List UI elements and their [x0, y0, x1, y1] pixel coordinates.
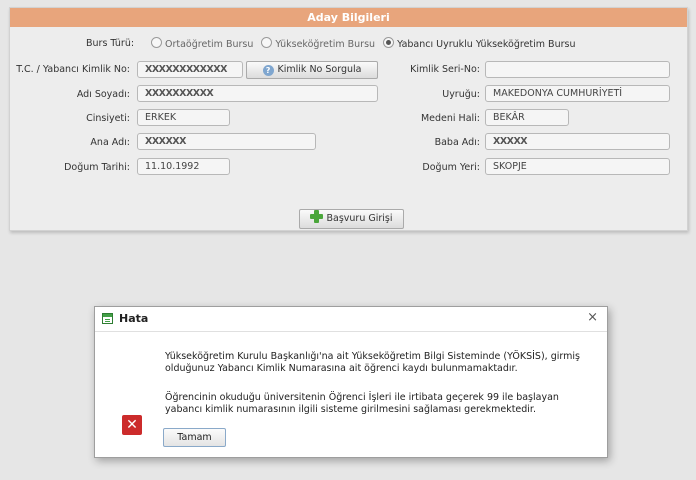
close-icon[interactable]: × — [587, 311, 598, 325]
tc-input[interactable]: XXXXXXXXXXXX — [137, 61, 243, 78]
ad-soyad-label: Adı Soyadı: — [76, 89, 130, 100]
medeni-input[interactable]: BEKÂR — [485, 109, 569, 126]
uyruk-label: Uyruğu: — [442, 89, 480, 100]
radio-ortaogretim[interactable] — [151, 37, 162, 48]
ad-soyad-input[interactable]: XXXXXXXXXX — [137, 85, 378, 102]
dialog-message-1: Yükseköğretim Kurulu Başkanlığı'na ait Y… — [165, 351, 580, 374]
burs-type-radio-group: Ortaöğretim Bursu Yükseköğretim Bursu Ya… — [146, 37, 575, 52]
radio-label-yabanci-uyruklu: Yabancı Uyruklu Yükseköğretim Bursu — [397, 39, 576, 50]
error-icon: ✕ — [122, 415, 142, 435]
radio-yabanci-uyruklu[interactable] — [383, 37, 395, 48]
cinsiyet-label: Cinsiyeti: — [86, 113, 130, 124]
tc-label: T.C. / Yabancı Kimlik No: — [16, 64, 130, 75]
dogum-yeri-input[interactable]: SKOPJE — [485, 158, 670, 175]
window-icon — [102, 313, 113, 324]
uyruk-input[interactable]: MAKEDONYA CUMHURİYETİ — [485, 85, 670, 102]
question-icon: ? — [262, 65, 274, 76]
kimlik-sorgula-button[interactable]: ? Kimlik No Sorgula — [246, 61, 378, 79]
plus-icon — [310, 210, 324, 223]
medeni-label: Medeni Hali: — [420, 113, 480, 124]
ok-button[interactable]: Tamam — [163, 428, 226, 447]
dialog-titlebar[interactable]: Hata × — [95, 307, 607, 332]
candidate-info-panel: Aday Bilgileri Burs Türü: Ortaöğretim Bu… — [9, 7, 688, 231]
error-dialog: Hata × ✕ Yükseköğretim Kurulu Başkanlığı… — [94, 306, 608, 458]
dialog-message-2: Öğrencinin okuduğu üniversitenin Öğrenci… — [165, 392, 559, 415]
ana-adi-input[interactable]: XXXXXX — [137, 133, 316, 150]
basvuru-girisi-label: Başvuru Girişi — [326, 213, 393, 224]
dogum-yeri-label: Doğum Yeri: — [422, 162, 480, 173]
dogum-tarihi-label: Doğum Tarihi: — [64, 162, 130, 173]
baba-adi-label: Baba Adı: — [434, 137, 480, 148]
kimlik-sorgula-label: Kimlik No Sorgula — [277, 64, 362, 75]
dialog-title: Hata — [119, 312, 149, 325]
baba-adi-input[interactable]: XXXXX — [485, 133, 670, 150]
radio-yuksekogretim[interactable] — [261, 37, 273, 48]
radio-label-yuksekogretim: Yükseköğretim Bursu — [275, 39, 376, 50]
dogum-tarihi-input[interactable]: 11.10.1992 — [137, 158, 230, 175]
panel-title: Aday Bilgileri — [10, 8, 687, 27]
seri-label: Kimlik Seri-No: — [410, 64, 480, 75]
ana-adi-label: Ana Adı: — [90, 137, 130, 148]
radio-label-ortaogretim: Ortaöğretim Bursu — [165, 39, 254, 50]
seri-input[interactable] — [485, 61, 670, 78]
burs-turu-label: Burs Türü: — [86, 38, 135, 49]
basvuru-girisi-button[interactable]: Başvuru Girişi — [299, 209, 404, 229]
cinsiyet-input[interactable]: ERKEK — [137, 109, 230, 126]
